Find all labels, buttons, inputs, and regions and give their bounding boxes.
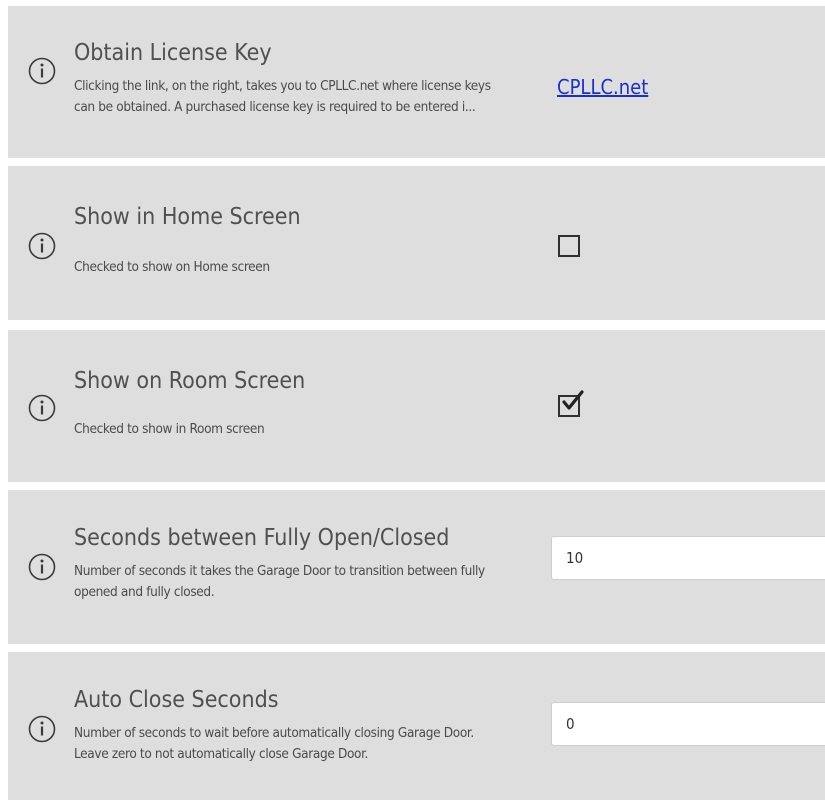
setting-title: Auto Close Seconds (74, 687, 279, 713)
setting-title: Obtain License Key (74, 40, 272, 66)
info-icon[interactable] (28, 553, 56, 581)
setting-title: Show in Home Screen (74, 204, 301, 230)
setting-title: Seconds between Fully Open/Closed (74, 525, 450, 551)
show-on-room-screen-checkbox[interactable] (558, 390, 584, 417)
setting-description: Checked to show on Home screen (74, 259, 270, 275)
setting-description-line: Leave zero to not automatically close Ga… (74, 746, 369, 762)
info-icon[interactable] (28, 57, 56, 85)
setting-description-line: opened and fully closed. (74, 584, 215, 600)
setting-description-line: Clicking the link, on the right, takes y… (74, 78, 491, 94)
setting-description: Number of seconds it takes the Garage Do… (74, 561, 485, 603)
setting-description-line: Number of seconds it takes the Garage Do… (74, 563, 485, 579)
open-closed-seconds-input[interactable] (551, 536, 825, 580)
auto-close-seconds-input[interactable] (551, 702, 825, 746)
setting-row-home-screen: Show in Home Screen Checked to show on H… (8, 166, 825, 320)
show-in-home-screen-checkbox[interactable] (558, 235, 580, 257)
setting-row-auto-close-seconds: Auto Close Seconds Number of seconds to … (8, 652, 825, 800)
checkmark-icon (562, 390, 584, 410)
setting-row-room-screen: Show on Room Screen Checked to show in R… (8, 330, 825, 482)
info-icon[interactable] (28, 715, 56, 743)
setting-description: Number of seconds to wait before automat… (74, 723, 474, 765)
setting-description-line: can be obtained. A purchased license key… (74, 99, 476, 115)
setting-description: Clicking the link, on the right, takes y… (74, 76, 491, 118)
info-icon[interactable] (28, 394, 56, 422)
setting-title: Show on Room Screen (74, 368, 306, 394)
cpllc-link[interactable]: CPLLC.net (557, 75, 648, 99)
setting-description-line: Number of seconds to wait before automat… (74, 725, 474, 741)
setting-row-open-closed-seconds: Seconds between Fully Open/Closed Number… (8, 490, 825, 644)
setting-description: Checked to show in Room screen (74, 421, 265, 437)
setting-row-license: Obtain License Key Clicking the link, on… (8, 6, 825, 158)
info-icon[interactable] (28, 232, 56, 260)
